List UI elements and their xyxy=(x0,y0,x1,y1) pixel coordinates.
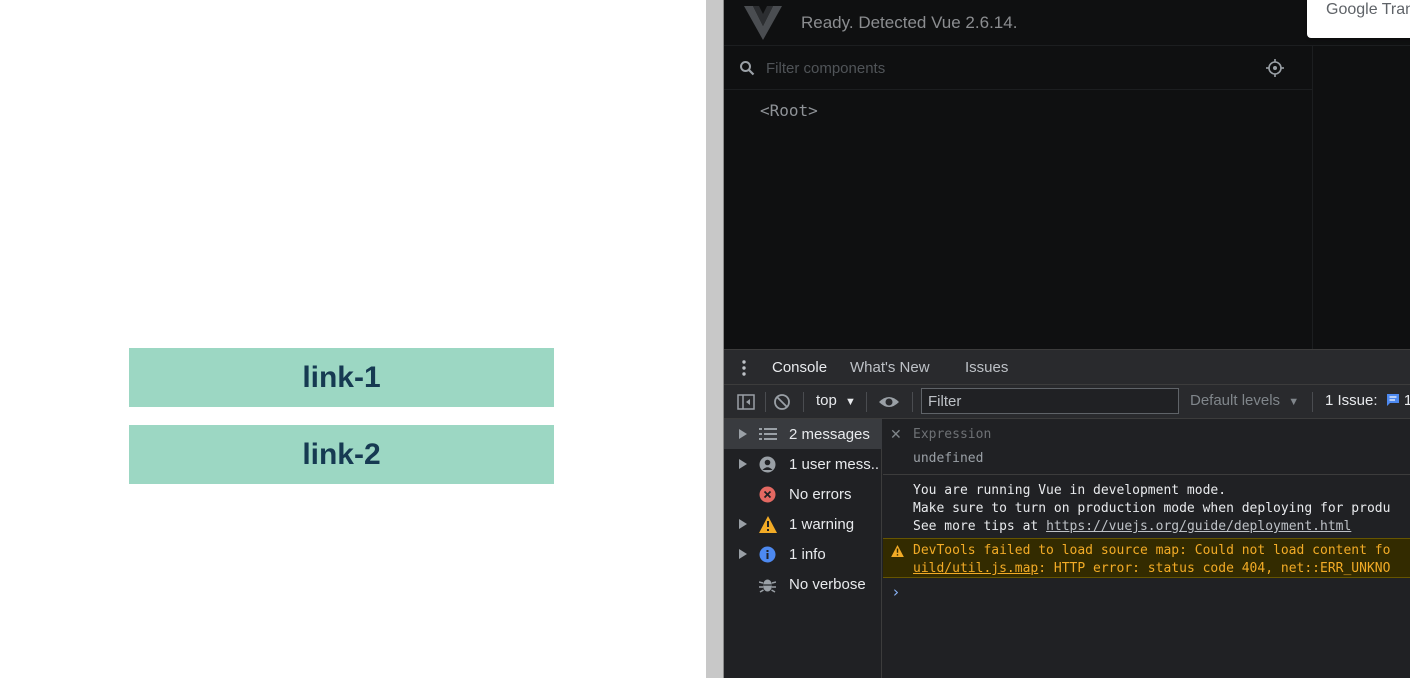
console-messages: ✕ Expression undefined You are running V… xyxy=(883,419,1410,678)
sidebar-item-label: No errors xyxy=(789,486,852,503)
expand-arrow-icon[interactable] xyxy=(739,549,747,559)
expand-arrow-icon[interactable] xyxy=(739,429,747,439)
sidebar-item-label: No verbose xyxy=(789,576,866,593)
drawer-tab-bar: Console What's New Issues xyxy=(724,349,1410,385)
user-icon xyxy=(759,456,776,473)
log-levels-dropdown[interactable]: Default levels ▼ xyxy=(1190,392,1299,409)
live-expression-eye-icon[interactable] xyxy=(877,392,901,412)
live-expression-row: ✕ Expression undefined xyxy=(883,419,1410,475)
sidebar-item-label: 1 info xyxy=(789,546,826,563)
source-map-link[interactable]: uild/util.js.map xyxy=(913,561,1038,576)
toolbar-separator xyxy=(866,392,867,412)
log-message-line: See more tips at https://vuejs.org/guide… xyxy=(913,519,1351,534)
verbose-bug-icon xyxy=(759,579,776,593)
info-icon xyxy=(759,546,776,563)
warning-text-line: uild/util.js.map: HTTP error: status cod… xyxy=(913,561,1390,576)
expand-arrow-icon[interactable] xyxy=(739,519,747,529)
clear-console-icon[interactable] xyxy=(772,392,792,412)
filter-components-input[interactable] xyxy=(766,58,1246,78)
vue-devtools-panel: Ready. Detected Vue 2.6.14. Google Trans… xyxy=(724,0,1410,349)
vue-panel-divider[interactable] xyxy=(1312,46,1313,349)
toolbar-separator xyxy=(803,392,804,412)
live-expression-label[interactable]: Expression xyxy=(913,427,991,442)
vue-header: Ready. Detected Vue 2.6.14. Google Trans xyxy=(724,0,1410,46)
dropdown-arrow-icon: ▼ xyxy=(845,396,856,408)
console-toolbar: top ▼ Default levels ▼ 1 Issue: 1 xyxy=(724,385,1410,419)
toolbar-separator xyxy=(1312,392,1313,412)
sidebar-item-label: 1 warning xyxy=(789,516,855,533)
sidebar-item-verbose[interactable]: No verbose xyxy=(724,569,882,599)
issues-counter-button[interactable]: 1 Issue: 1 xyxy=(1325,392,1410,409)
issues-label: 1 Issue: xyxy=(1325,392,1378,409)
sidebar-item-messages[interactable]: 2 messages xyxy=(724,419,882,449)
dropdown-arrow-icon: ▼ xyxy=(1288,396,1300,408)
issue-message-icon xyxy=(1386,394,1399,406)
google-translate-label: Google Trans xyxy=(1326,1,1410,18)
console-prompt-chevron-icon[interactable]: › xyxy=(893,583,899,601)
expand-arrow-icon[interactable] xyxy=(739,459,747,469)
tab-console[interactable]: Console xyxy=(772,359,827,376)
error-icon xyxy=(759,486,776,503)
sidebar-toggle-icon[interactable] xyxy=(736,392,756,412)
google-translate-popup[interactable]: Google Trans xyxy=(1307,0,1410,38)
more-vertical-icon[interactable] xyxy=(741,359,747,377)
tab-whats-new[interactable]: What's New xyxy=(850,359,930,376)
sidebar-item-user-messages[interactable]: 1 user mess... xyxy=(724,449,882,479)
toolbar-separator xyxy=(765,392,766,412)
vue-status-text: Ready. Detected Vue 2.6.14. xyxy=(801,13,1018,32)
warning-text-line: DevTools failed to load source map: Coul… xyxy=(913,543,1391,558)
tab-issues[interactable]: Issues xyxy=(965,359,1008,376)
warning-icon xyxy=(759,516,777,533)
warning-message-row: DevTools failed to load source map: Coul… xyxy=(883,538,1410,578)
console-sidebar: 2 messages 1 user mess... No errors 1 wa… xyxy=(724,419,882,678)
toolbar-separator xyxy=(912,392,913,412)
vue-filter-bar xyxy=(724,46,1312,90)
context-selector[interactable]: top ▼ xyxy=(816,392,856,409)
live-expression-value: undefined xyxy=(913,451,984,466)
close-icon[interactable]: ✕ xyxy=(890,427,902,443)
devtools-splitter[interactable] xyxy=(706,0,724,678)
log-message-line: Make sure to turn on production mode whe… xyxy=(913,501,1391,516)
select-component-target-icon[interactable] xyxy=(1266,59,1284,77)
sidebar-item-label: 2 messages xyxy=(789,426,870,443)
warning-text: : HTTP error: status code 404, net::ERR_… xyxy=(1038,561,1391,576)
list-icon xyxy=(759,428,777,440)
log-levels-label: Default levels xyxy=(1190,392,1281,409)
sidebar-item-errors[interactable]: No errors xyxy=(724,479,882,509)
console-filter-input[interactable] xyxy=(921,388,1179,414)
context-label: top xyxy=(816,392,837,409)
log-text: See more tips at xyxy=(913,519,1047,534)
devtools-panel: Ready. Detected Vue 2.6.14. Google Trans… xyxy=(724,0,1410,678)
link-1-button[interactable]: link-1 xyxy=(129,348,554,407)
issues-count: 1 xyxy=(1403,392,1410,409)
component-tree-root[interactable]: <Root> xyxy=(760,101,818,120)
sidebar-item-warnings[interactable]: 1 warning xyxy=(724,509,882,539)
sidebar-item-label: 1 user mess... xyxy=(789,456,879,473)
deployment-guide-link[interactable]: https://vuejs.org/guide/deployment.html xyxy=(1046,519,1351,534)
warning-icon xyxy=(891,545,904,557)
sidebar-item-info[interactable]: 1 info xyxy=(724,539,882,569)
search-icon xyxy=(740,61,755,76)
vue-logo-icon xyxy=(744,6,782,40)
log-message-line: You are running Vue in development mode. xyxy=(913,483,1227,498)
web-page: link-1 link-2 xyxy=(0,0,706,678)
link-2-button[interactable]: link-2 xyxy=(129,425,554,484)
